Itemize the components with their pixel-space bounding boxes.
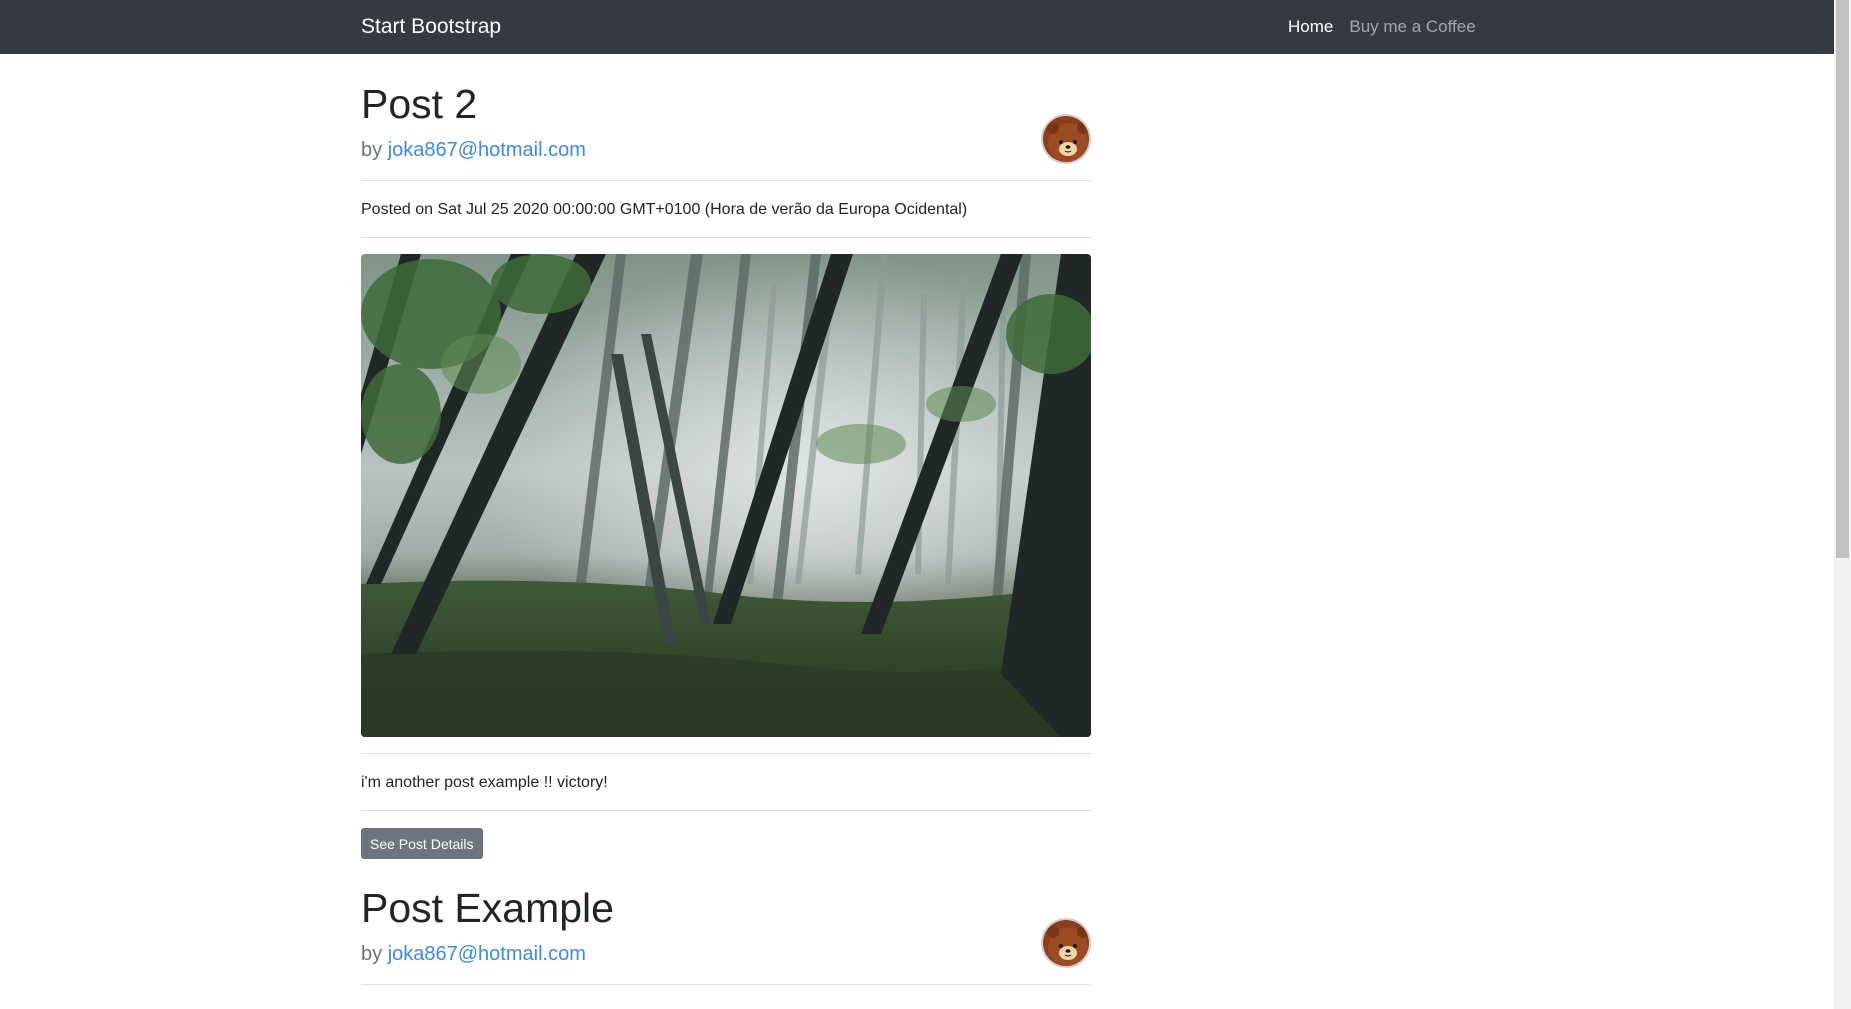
post-title: Post Example [361, 885, 614, 931]
divider [361, 237, 1091, 238]
by-prefix: by [361, 139, 388, 161]
post-title: Post 2 [361, 81, 478, 127]
divider [361, 810, 1091, 811]
by-prefix: by [361, 943, 388, 965]
post-byline: by joka867@hotmail.com [361, 942, 586, 966]
author-avatar [1041, 114, 1091, 164]
author-link[interactable]: joka867@hotmail.com [388, 139, 586, 161]
divider [361, 753, 1091, 754]
page-viewport: Start Bootstrap Home Buy me a Coffee Pos… [0, 0, 1834, 1009]
bear-avatar-icon [1043, 116, 1089, 162]
post-date: Posted on Sat Jul 25 2020 00:00:00 GMT+0… [361, 201, 968, 218]
forest-image [361, 254, 1091, 737]
navbar-links: Home Buy me a Coffee [1288, 16, 1476, 38]
post-image-forest [361, 254, 1091, 737]
nav-link-buy-coffee[interactable]: Buy me a Coffee [1349, 16, 1475, 38]
author-avatar [1041, 918, 1091, 968]
author-link[interactable]: joka867@hotmail.com [388, 943, 586, 965]
post-card: Post Example by joka867@hotmail.com [361, 880, 1091, 1009]
post-card: Post 2 by joka867@hotmail.com Posted on … [361, 0, 1091, 880]
vertical-scrollbar[interactable] [1834, 0, 1851, 1009]
post-byline: by joka867@hotmail.com [361, 138, 586, 162]
post-body: i'm another post example !! victory! [361, 774, 608, 791]
nav-link-home[interactable]: Home [1288, 16, 1333, 38]
scrollbar-thumb[interactable] [1836, 0, 1849, 558]
see-post-details-button[interactable]: See Post Details [361, 828, 483, 859]
divider [361, 180, 1091, 181]
divider [361, 984, 1091, 985]
bear-avatar-icon [1043, 920, 1089, 966]
